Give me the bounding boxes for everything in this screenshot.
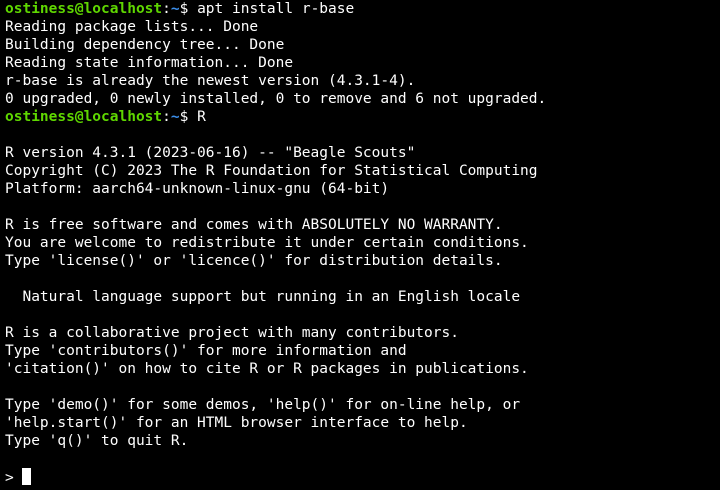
output-line: Reading package lists... Done <box>5 19 259 35</box>
prompt-path: ~ <box>170 1 180 17</box>
output-line: Reading state information... Done <box>5 55 294 71</box>
r-warranty-line: You are welcome to redistribute it under… <box>5 235 529 251</box>
r-locale-line: Natural language support but running in … <box>5 289 521 305</box>
r-help-line: 'help.start()' for an HTML browser inter… <box>5 415 468 431</box>
prompt-user-host: ostiness@localhost <box>5 1 163 17</box>
r-copyright-line: Copyright (C) 2023 The R Foundation for … <box>5 163 538 179</box>
r-warranty-line: R is free software and comes with ABSOLU… <box>5 217 503 233</box>
prompt-separator: : <box>162 109 171 125</box>
output-line: Building dependency tree... Done <box>5 37 285 53</box>
r-help-line: Type 'q()' to quit R. <box>5 433 189 449</box>
prompt-symbol: $ <box>179 109 198 125</box>
prompt-user-host: ostiness@localhost <box>5 109 163 125</box>
prompt-symbol: $ <box>179 1 198 17</box>
r-version-line: R version 4.3.1 (2023-06-16) -- "Beagle … <box>5 145 416 161</box>
command-text: apt install r-base <box>197 1 355 17</box>
r-console-prompt-line[interactable]: > <box>5 468 720 486</box>
text-cursor <box>22 468 32 485</box>
prompt-separator: : <box>162 1 171 17</box>
r-help-line: Type 'demo()' for some demos, 'help()' f… <box>5 397 521 413</box>
r-warranty-line: Type 'license()' or 'licence()' for dist… <box>5 253 503 269</box>
r-collab-line: R is a collaborative project with many c… <box>5 325 459 341</box>
shell-prompt-line: ostiness@localhost:~$ apt install r-base <box>5 0 720 18</box>
output-line: 0 upgraded, 0 newly installed, 0 to remo… <box>5 91 547 107</box>
r-collab-line: Type 'contributors()' for more informati… <box>5 343 407 359</box>
output-line: r-base is already the newest version (4.… <box>5 73 416 89</box>
prompt-path: ~ <box>170 109 180 125</box>
command-text: R <box>197 109 206 125</box>
r-collab-line: 'citation()' on how to cite R or R packa… <box>5 361 529 377</box>
r-platform-line: Platform: aarch64-unknown-linux-gnu (64-… <box>5 181 390 197</box>
r-prompt-symbol: > <box>5 470 23 486</box>
shell-prompt-line: ostiness@localhost:~$ R <box>5 108 720 126</box>
terminal-window[interactable]: ostiness@localhost:~$ apt install r-base… <box>0 0 720 490</box>
